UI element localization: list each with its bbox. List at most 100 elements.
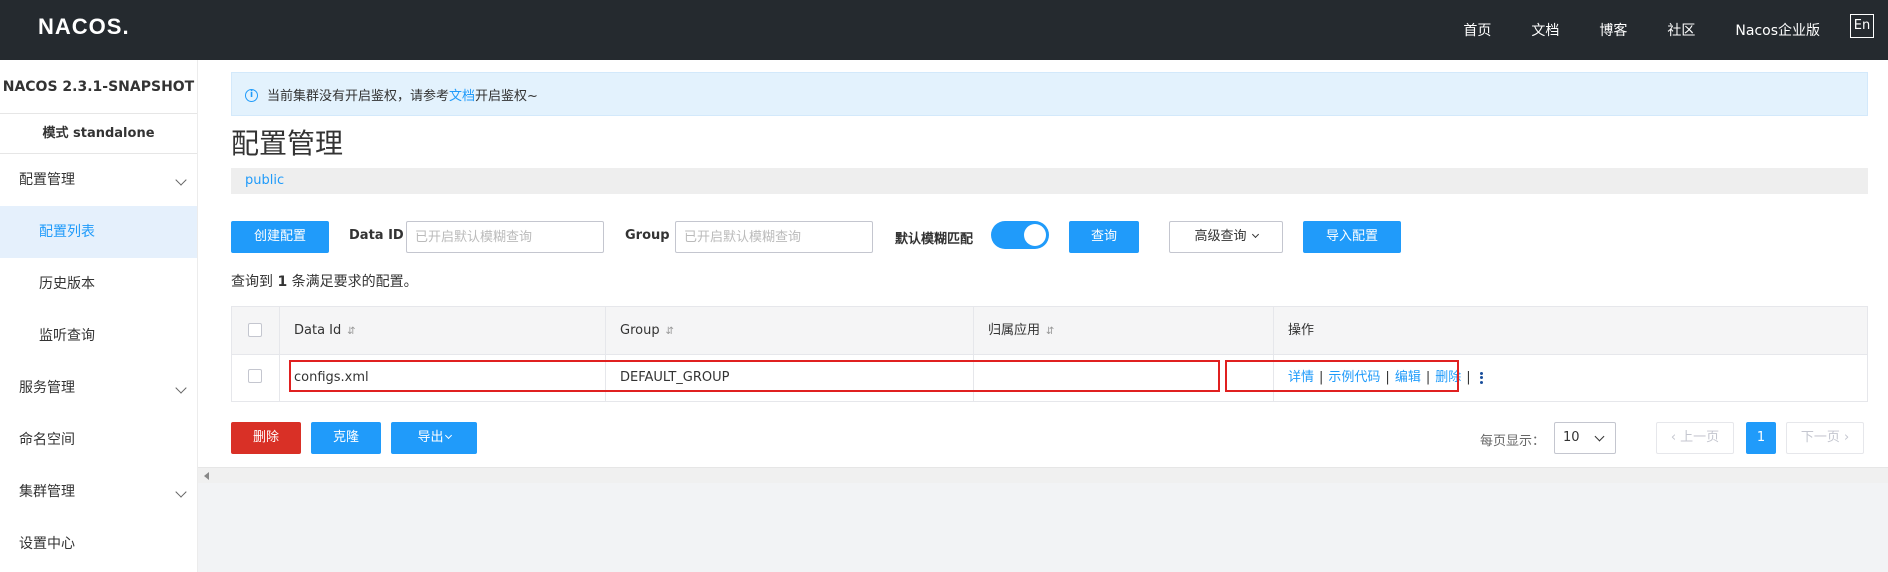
header-group[interactable]: Group ⇵	[606, 307, 974, 355]
separator: |	[1425, 370, 1431, 385]
chevron-down-icon	[444, 431, 452, 440]
sidebar-item-label: 配置管理	[19, 172, 75, 188]
header-operations: 操作	[1288, 323, 1315, 338]
language-toggle-button[interactable]: En	[1850, 14, 1874, 38]
page-size-label: 每页显示：	[1480, 434, 1546, 449]
header-app-label: 归属应用	[988, 323, 1041, 338]
sort-icon[interactable]: ⇵	[1046, 326, 1054, 337]
chevron-left-icon: ‹	[1670, 430, 1681, 445]
export-label: 导出	[417, 430, 444, 445]
notice-text-after: 开启鉴权~	[475, 89, 538, 104]
chevron-down-icon	[1594, 431, 1605, 442]
main-content: i 当前集群没有开启鉴权，请参考文档开启鉴权~ 配置管理 public 创建配置…	[198, 60, 1888, 467]
sort-icon[interactable]: ⇵	[666, 326, 674, 337]
search-button[interactable]: 查询	[1069, 221, 1139, 253]
header-data-id-label: Data Id	[294, 323, 342, 338]
namespace-public-link[interactable]: public	[245, 173, 284, 188]
sidebar-item-label: 设置中心	[19, 536, 75, 552]
detail-link[interactable]: 详情	[1288, 370, 1314, 385]
table-header: Data Id ⇵ Group ⇵ 归属应用 ⇵ 操作	[232, 307, 1867, 355]
sidebar-item-config-list[interactable]: 配置列表	[0, 206, 197, 258]
data-id-label: Data ID	[349, 228, 404, 243]
cell-operations: 详情 | 示例代码 | 编辑 | 删除 |	[1274, 355, 1867, 401]
page-size-select[interactable]: 10	[1554, 422, 1616, 454]
separator: |	[1385, 370, 1390, 385]
sidebar-item-label: 命名空间	[19, 432, 75, 448]
create-config-button[interactable]: 创建配置	[231, 221, 329, 253]
fuzzy-match-toggle[interactable]	[991, 221, 1049, 249]
top-nav-links: 首页 文档 博客 社区 Nacos企业版	[1423, 0, 1820, 60]
sample-code-link[interactable]: 示例代码	[1328, 370, 1380, 385]
delete-link[interactable]: 删除	[1435, 370, 1461, 385]
clone-button[interactable]: 克隆	[311, 422, 381, 454]
sidebar-item-settings[interactable]: 设置中心	[0, 518, 197, 570]
separator: |	[1466, 370, 1471, 385]
result-prefix: 查询到	[231, 274, 273, 290]
result-suffix: 条满足要求的配置。	[291, 274, 418, 290]
advanced-search-button[interactable]: 高级查询	[1169, 221, 1283, 253]
sidebar-item-config-management[interactable]: 配置管理	[0, 154, 197, 206]
separator: |	[1319, 370, 1324, 385]
data-id-input[interactable]	[406, 221, 604, 253]
sidebar-item-namespace[interactable]: 命名空间	[0, 414, 197, 466]
chevron-right-icon: ›	[1839, 430, 1850, 445]
sidebar-item-label: 配置列表	[39, 224, 95, 240]
sidebar-item-label: 服务管理	[19, 380, 75, 396]
result-summary: 查询到 1 条满足要求的配置。	[231, 271, 418, 291]
sidebar-item-cluster-management[interactable]: 集群管理	[0, 466, 197, 518]
edit-link[interactable]: 编辑	[1395, 370, 1421, 385]
sidebar-item-listener-query[interactable]: 监听查询	[0, 310, 197, 362]
nav-docs-link[interactable]: 文档	[1531, 20, 1559, 40]
nacos-logo[interactable]: NACOS.	[38, 14, 130, 40]
sidebar-item-label: 监听查询	[39, 328, 95, 344]
page-number-current[interactable]: 1	[1746, 422, 1776, 454]
config-table: Data Id ⇵ Group ⇵ 归属应用 ⇵ 操作 configs.xml DEF…	[231, 306, 1868, 402]
header-app[interactable]: 归属应用 ⇵	[974, 307, 1274, 355]
header-data-id[interactable]: Data Id ⇵	[280, 307, 606, 355]
chevron-down-icon	[175, 382, 187, 394]
prev-page-label: 上一页	[1680, 430, 1720, 445]
sidebar-mode: 模式 standalone	[0, 114, 197, 154]
horizontal-scrollbar[interactable]	[198, 467, 1888, 483]
notice-text: 当前集群没有开启鉴权，请参考文档开启鉴权~	[267, 85, 538, 104]
empty-footer-area	[198, 483, 1888, 572]
more-vertical-icon[interactable]	[1479, 370, 1483, 385]
sidebar: NACOS 2.3.1-SNAPSHOT 模式 standalone 配置管理 …	[0, 60, 198, 572]
advanced-search-label: 高级查询	[1194, 229, 1247, 244]
prev-page-button[interactable]: ‹ 上一页	[1656, 422, 1734, 454]
auth-notice: i 当前集群没有开启鉴权，请参考文档开启鉴权~	[231, 72, 1868, 116]
info-icon: i	[245, 89, 258, 102]
sort-icon[interactable]: ⇵	[347, 326, 355, 337]
cell-group: DEFAULT_GROUP	[606, 355, 974, 401]
nav-enterprise-link[interactable]: Nacos企业版	[1735, 20, 1820, 40]
group-input[interactable]	[675, 221, 873, 253]
fuzzy-match-label: 默认模糊匹配	[895, 232, 974, 247]
cell-data-id: configs.xml	[280, 355, 606, 401]
page-size-value: 10	[1563, 430, 1580, 445]
sidebar-item-history[interactable]: 历史版本	[0, 258, 197, 310]
sidebar-item-service-management[interactable]: 服务管理	[0, 362, 197, 414]
page-title: 配置管理	[231, 127, 344, 160]
toggle-knob	[1024, 224, 1046, 246]
chevron-down-icon	[175, 486, 187, 498]
nav-community-link[interactable]: 社区	[1667, 20, 1695, 40]
cell-app	[974, 355, 1274, 401]
group-label: Group	[625, 228, 670, 243]
scroll-left-arrow-icon[interactable]	[204, 472, 209, 480]
notice-docs-link[interactable]: 文档	[449, 89, 475, 104]
next-page-button[interactable]: 下一页 ›	[1786, 422, 1864, 454]
result-count: 1	[277, 274, 288, 290]
row-checkbox[interactable]	[248, 369, 262, 383]
header-group-label: Group	[620, 323, 660, 338]
sidebar-version: NACOS 2.3.1-SNAPSHOT	[0, 60, 197, 114]
export-button[interactable]: 导出	[391, 422, 477, 454]
nav-blog-link[interactable]: 博客	[1599, 20, 1627, 40]
nav-home-link[interactable]: 首页	[1463, 20, 1491, 40]
next-page-label: 下一页	[1800, 430, 1840, 445]
table-row: configs.xml DEFAULT_GROUP 详情 | 示例代码 | 编辑 | 删除 |	[232, 355, 1867, 401]
sidebar-item-label: 历史版本	[39, 276, 95, 292]
batch-delete-button[interactable]: 删除	[231, 422, 301, 454]
import-config-button[interactable]: 导入配置	[1303, 221, 1401, 253]
namespace-bar: public	[231, 168, 1868, 194]
chevron-down-icon	[175, 174, 187, 186]
